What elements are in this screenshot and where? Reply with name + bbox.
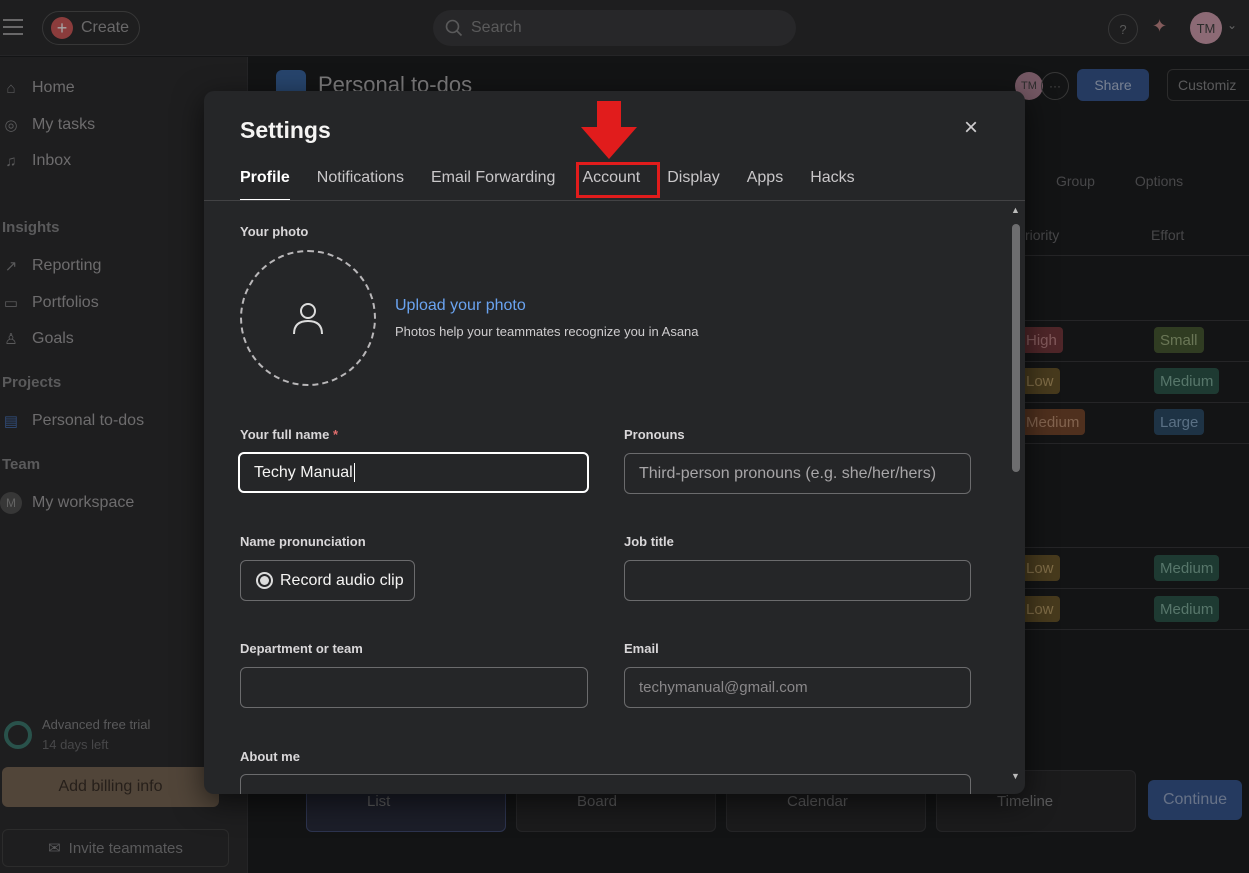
tab-profile[interactable]: Profile	[240, 167, 290, 201]
tab-notifications[interactable]: Notifications	[317, 167, 404, 201]
scroll-up-arrow-icon[interactable]: ▲	[1011, 205, 1020, 215]
tab-apps[interactable]: Apps	[747, 167, 783, 201]
pronunciation-label: Name pronunciation	[240, 534, 366, 549]
pronouns-input[interactable]: Third-person pronouns (e.g. she/her/hers…	[624, 453, 971, 494]
department-label: Department or team	[240, 641, 363, 656]
email-field: techymanual@gmail.com	[624, 667, 971, 708]
about-me-label: About me	[240, 749, 300, 764]
full-name-value: Techy Manual	[254, 463, 353, 481]
scrollbar-thumb[interactable]	[1012, 224, 1020, 472]
settings-tabs: Profile Notifications Email Forwarding A…	[240, 167, 882, 201]
photo-label: Your photo	[240, 224, 309, 239]
photo-upload-area[interactable]	[240, 250, 376, 386]
upload-photo-link[interactable]: Upload your photo	[395, 297, 526, 315]
pronouns-placeholder: Third-person pronouns (e.g. she/her/hers…	[639, 464, 937, 482]
tab-email-forwarding[interactable]: Email Forwarding	[431, 167, 555, 201]
email-value: techymanual@gmail.com	[639, 679, 808, 696]
about-me-textarea[interactable]	[240, 774, 971, 794]
full-name-label-text: Your full name	[240, 427, 330, 442]
pronouns-label: Pronouns	[624, 427, 685, 442]
account-tab-highlight	[576, 162, 660, 198]
job-title-label: Job title	[624, 534, 674, 549]
tab-hacks[interactable]: Hacks	[810, 167, 854, 201]
dialog-title: Settings	[240, 117, 331, 143]
record-audio-button[interactable]: Record audio clip	[240, 560, 415, 601]
scroll-down-arrow-icon[interactable]: ▼	[1011, 771, 1020, 781]
full-name-label: Your full name *	[240, 427, 338, 442]
tab-display[interactable]: Display	[667, 167, 719, 201]
email-label: Email	[624, 641, 659, 656]
user-icon	[293, 303, 323, 335]
tab-divider	[204, 200, 1025, 201]
close-icon[interactable]: ×	[960, 116, 982, 140]
upload-help-text: Photos help your teammates recognize you…	[395, 324, 699, 339]
required-mark: *	[332, 427, 339, 442]
job-title-input[interactable]	[624, 560, 971, 601]
department-input[interactable]	[240, 667, 588, 708]
red-arrow-annotation-icon	[581, 101, 637, 159]
full-name-input[interactable]: Techy Manual	[238, 452, 589, 493]
record-label: Record audio clip	[280, 571, 404, 589]
record-icon	[256, 572, 273, 589]
settings-dialog: Settings × Profile Notifications Email F…	[204, 91, 1025, 794]
